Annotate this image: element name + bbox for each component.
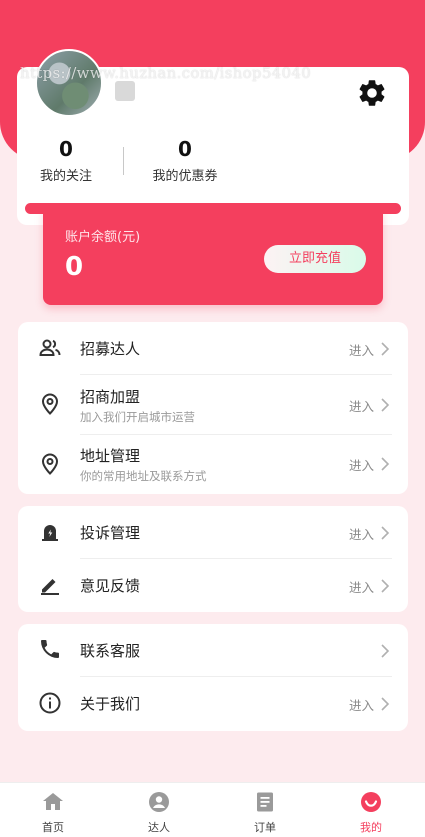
menu-item-customer-service[interactable]: 联系客服 bbox=[18, 624, 408, 676]
menu-item-feedback[interactable]: 意见反馈 进入 bbox=[18, 559, 408, 612]
enter-label: 进入 bbox=[348, 698, 374, 713]
card-slot bbox=[25, 203, 401, 214]
tab-label: 首页 bbox=[42, 821, 64, 834]
tab-label: 达人 bbox=[148, 821, 170, 834]
following-count: 0 bbox=[59, 137, 73, 161]
enter-label: 进入 bbox=[348, 399, 374, 414]
info-icon bbox=[39, 692, 61, 714]
coupon-count: 0 bbox=[178, 137, 192, 161]
chevron-right-icon bbox=[381, 526, 390, 540]
menu-group-support: 联系客服 关于我们 进入 bbox=[18, 624, 408, 731]
balance-card: 账户余额(元) 0 立即充值 bbox=[43, 208, 383, 305]
tab-mine[interactable]: 我的 bbox=[318, 783, 424, 837]
menu-item-recruit[interactable]: 招募达人 进入 bbox=[18, 322, 408, 374]
enter-label: 进入 bbox=[348, 580, 374, 595]
stat-following[interactable]: 0 我的关注 bbox=[35, 137, 97, 184]
phone-icon bbox=[41, 640, 59, 658]
stat-coupons[interactable]: 0 我的优惠券 bbox=[147, 137, 223, 184]
stats-divider bbox=[123, 147, 124, 175]
menu-item-franchise[interactable]: 招商加盟 加入我们开启城市运营 进入 bbox=[18, 375, 408, 434]
chevron-right-icon bbox=[381, 697, 390, 711]
location-pin-icon bbox=[41, 453, 59, 475]
tab-label: 订单 bbox=[254, 821, 276, 834]
menu-item-complaints[interactable]: 投诉管理 进入 bbox=[18, 506, 408, 558]
enter-label: 进入 bbox=[348, 343, 374, 358]
menu-title: 意见反馈 bbox=[80, 577, 141, 595]
home-icon bbox=[43, 793, 63, 810]
username: … bbox=[115, 81, 135, 101]
bottom-tab-bar: 首页 达人 订单 我的 bbox=[0, 782, 425, 837]
menu-group-feedback: 投诉管理 进入 意见反馈 进入 bbox=[18, 506, 408, 612]
chevron-right-icon bbox=[381, 457, 390, 471]
menu-item-address[interactable]: 地址管理 你的常用地址及联系方式 进入 bbox=[18, 435, 408, 494]
smile-icon bbox=[361, 792, 381, 812]
menu-title: 招商加盟 bbox=[80, 388, 141, 406]
coupon-label: 我的优惠券 bbox=[152, 169, 218, 184]
document-icon bbox=[257, 792, 273, 812]
menu-subtitle: 你的常用地址及联系方式 bbox=[80, 469, 207, 483]
pencil-icon bbox=[41, 579, 59, 595]
menu-title: 招募达人 bbox=[80, 340, 141, 358]
users-icon bbox=[39, 339, 61, 356]
location-pin-icon bbox=[41, 393, 59, 415]
menu-title: 关于我们 bbox=[80, 695, 141, 713]
chevron-right-icon bbox=[381, 342, 390, 356]
tab-talent[interactable]: 达人 bbox=[106, 783, 212, 837]
gear-icon[interactable] bbox=[356, 77, 388, 109]
enter-label: 进入 bbox=[348, 527, 374, 542]
alarm-icon bbox=[42, 525, 58, 541]
tab-home[interactable]: 首页 bbox=[0, 783, 106, 837]
watermark-text: https://www.huzhan.com/ishop54040 bbox=[20, 64, 312, 82]
chevron-right-icon bbox=[381, 644, 390, 658]
person-icon bbox=[149, 792, 169, 812]
chevron-right-icon bbox=[381, 398, 390, 412]
menu-subtitle: 加入我们开启城市运营 bbox=[80, 410, 195, 424]
chevron-right-icon bbox=[381, 579, 390, 593]
tab-orders[interactable]: 订单 bbox=[212, 783, 318, 837]
menu-title: 投诉管理 bbox=[80, 524, 141, 542]
balance-label: 账户余额(元) bbox=[65, 230, 141, 245]
menu-item-about[interactable]: 关于我们 进入 bbox=[18, 677, 408, 731]
tab-label: 我的 bbox=[360, 821, 382, 834]
enter-label: 进入 bbox=[348, 458, 374, 473]
following-label: 我的关注 bbox=[39, 169, 92, 184]
menu-title: 地址管理 bbox=[80, 447, 141, 465]
menu-title: 联系客服 bbox=[80, 642, 141, 660]
recharge-button[interactable]: 立即充值 bbox=[264, 245, 366, 273]
balance-amount: 0 bbox=[65, 252, 84, 282]
profile-card: … 0 我的关注 0 我的优惠券 bbox=[17, 49, 409, 225]
menu-group-services: 招募达人 进入 招商加盟 加入我们开启城市运营 进入 地址管理 你的常用地址及联… bbox=[18, 322, 408, 494]
avatar[interactable] bbox=[35, 49, 103, 117]
